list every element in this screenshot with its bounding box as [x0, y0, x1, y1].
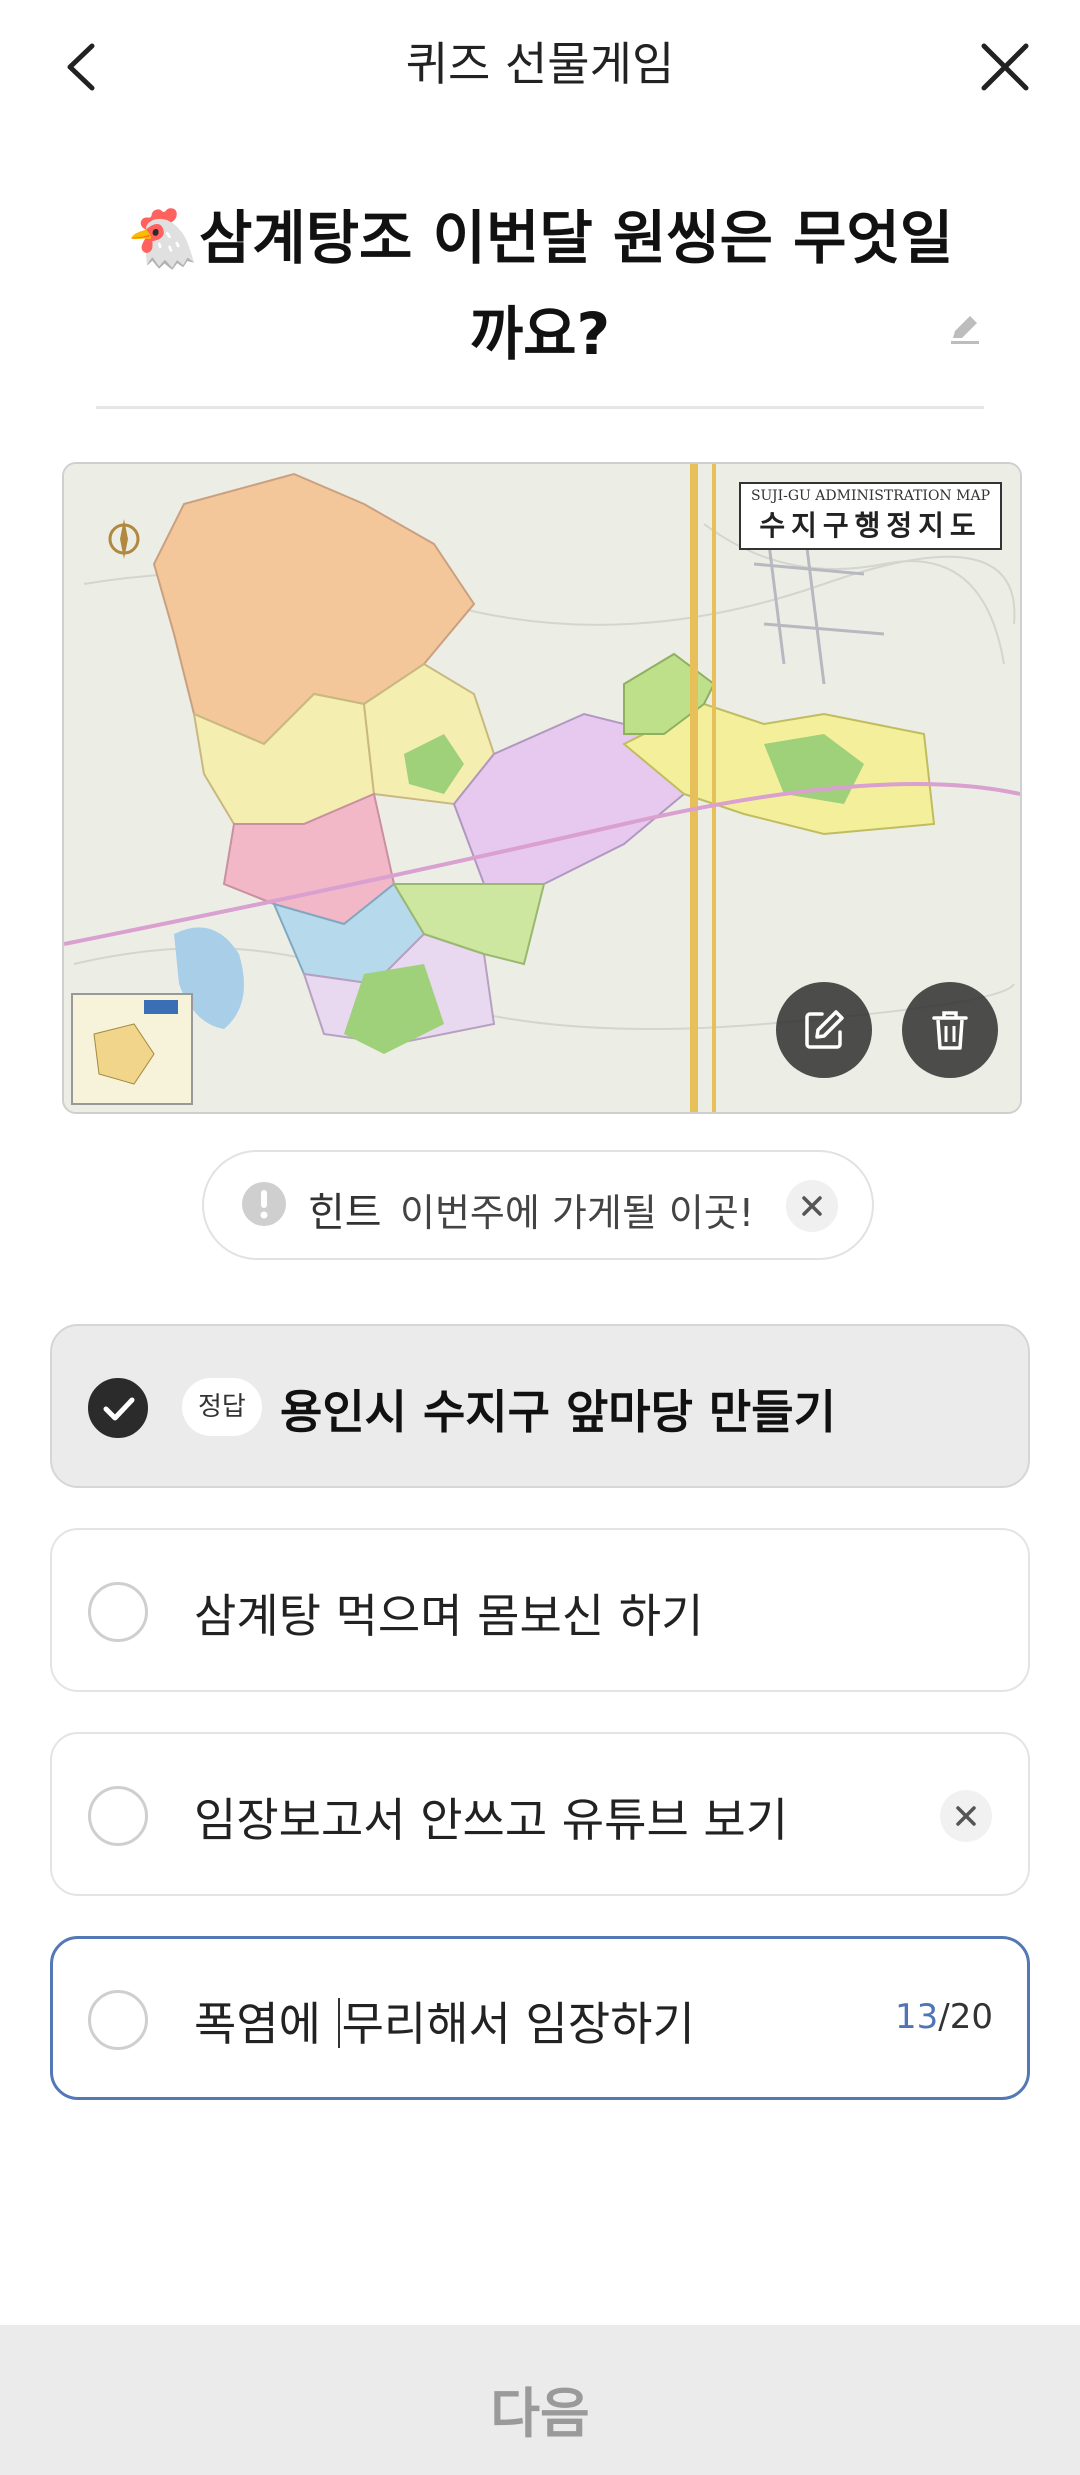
remove-option-button[interactable]	[940, 1790, 992, 1842]
hint-text: 이번주에 가게될 이곳!	[400, 1191, 755, 1235]
close-icon	[802, 1196, 822, 1216]
hint-chip[interactable]: 힌트 이번주에 가게될 이곳!	[202, 1150, 874, 1260]
edit-image-button[interactable]	[776, 982, 872, 1078]
question-text: 삼계탕조 이번달 원씽은 무엇일까요?	[198, 204, 954, 368]
option-text: 삼계탕 먹으며 몸보신 하기	[194, 1589, 704, 1643]
option-text: 용인시 수지구 앞마당 만들기	[280, 1385, 836, 1439]
text-cursor	[337, 1998, 340, 2048]
char-count-current: 13	[895, 1997, 939, 2037]
edit-question-button[interactable]	[945, 308, 985, 348]
radio-unchecked[interactable]	[88, 1582, 148, 1642]
edit-icon	[805, 1010, 844, 1049]
chicken-emoji: 🐔	[126, 204, 199, 272]
radio-unchecked[interactable]	[88, 1990, 148, 2050]
radio-checked[interactable]	[88, 1378, 148, 1438]
delete-image-button[interactable]	[902, 982, 998, 1078]
option-text-before-cursor: 폭염에	[194, 1997, 336, 2051]
map-title-box: SUJI-GU ADMINISTRATION MAP 수지구행정지도	[738, 482, 1002, 550]
exclamation-icon	[242, 1182, 286, 1226]
next-button-label: 다음	[490, 2382, 590, 2445]
char-counter: 13/20	[895, 1997, 993, 2037]
trash-icon	[932, 1011, 968, 1050]
checkmark-icon	[103, 1397, 135, 1421]
option-text-after-cursor: 무리해서 임장하기	[341, 1997, 695, 2051]
radio-unchecked[interactable]	[88, 1786, 148, 1846]
correct-answer-badge: 정답	[182, 1378, 262, 1436]
option-input-text[interactable]: 폭염에 무리해서 임장하기	[194, 1988, 695, 2054]
question-divider	[96, 406, 984, 409]
answer-option-2[interactable]: 삼계탕 먹으며 몸보신 하기	[50, 1528, 1030, 1692]
next-button[interactable]: 다음	[0, 2325, 1080, 2475]
option-text: 임장보고서 안쓰고 유튜브 보기	[194, 1793, 789, 1847]
page-title: 퀴즈 선물게임	[405, 37, 675, 91]
map-title-korean: 수지구행정지도	[759, 509, 982, 542]
close-icon	[981, 43, 1029, 91]
pencil-icon	[951, 316, 979, 344]
answer-option-1[interactable]: 정답 용인시 수지구 앞마당 만들기	[50, 1324, 1030, 1488]
answer-option-4-input[interactable]: 폭염에 무리해서 임장하기 13/20	[50, 1936, 1030, 2100]
question-image: SUJI-GU ADMINISTRATION MAP 수지구행정지도	[62, 462, 1022, 1114]
map-illustration	[64, 464, 1020, 1112]
question-title[interactable]: 🐔삼계탕조 이번달 원씽은 무엇일까요?	[120, 190, 960, 382]
map-title-english: SUJI-GU ADMINISTRATION MAP	[750, 488, 990, 504]
answer-option-3[interactable]: 임장보고서 안쓰고 유튜브 보기	[50, 1732, 1030, 1896]
close-button[interactable]	[970, 32, 1040, 102]
remove-hint-button[interactable]	[786, 1180, 838, 1232]
hint-label: 힌트	[308, 1190, 382, 1236]
char-count-max: /20	[938, 1997, 993, 2037]
close-icon	[956, 1806, 976, 1826]
header: 퀴즈 선물게임	[0, 0, 1080, 130]
